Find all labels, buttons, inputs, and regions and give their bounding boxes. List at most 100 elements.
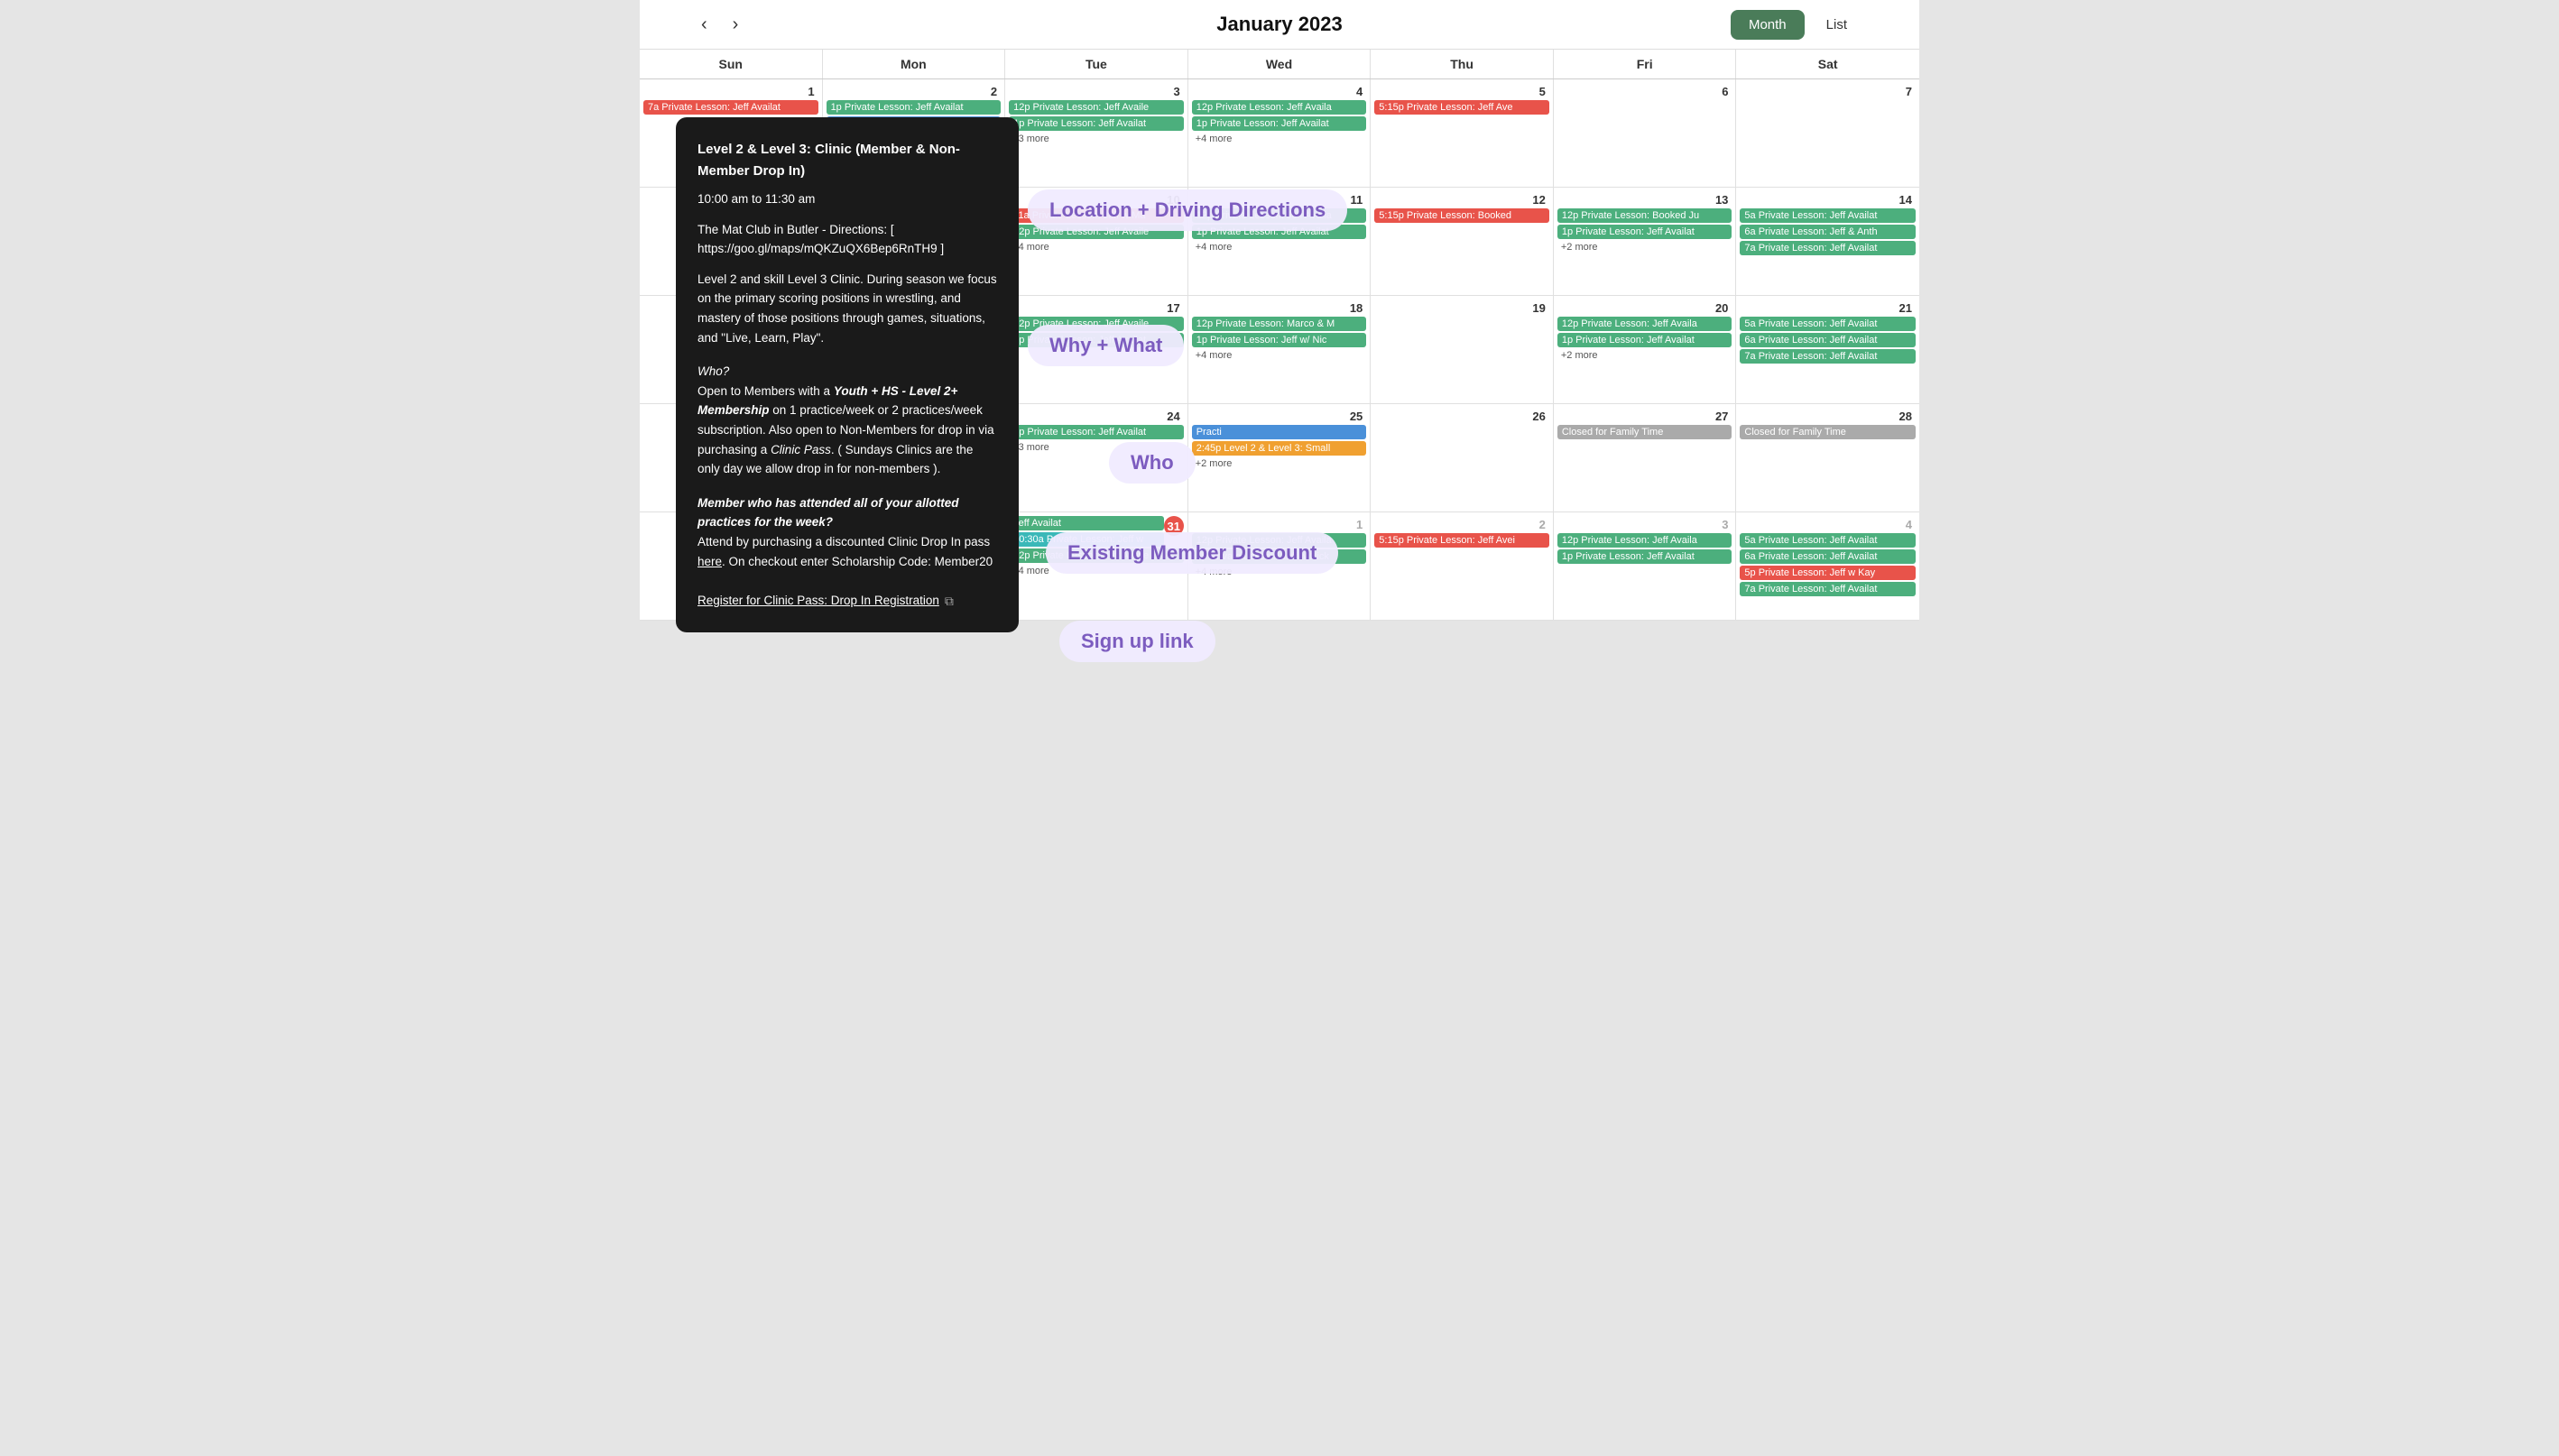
event-w4-d6-0[interactable]: 5a Private Lesson: Jeff Availat <box>1740 533 1916 548</box>
event-w2-d6-2[interactable]: 7a Private Lesson: Jeff Availat <box>1740 349 1916 364</box>
event-w0-d0-0[interactable]: 7a Private Lesson: Jeff Availat <box>643 100 818 115</box>
event-w3-d3-1[interactable]: 2:45p Level 2 & Level 3: Small <box>1192 441 1367 456</box>
more-link-w3-d2[interactable]: +3 more <box>1009 441 1184 454</box>
more-link-w0-d3[interactable]: +4 more <box>1192 133 1367 145</box>
day-tue: Tue <box>1005 50 1188 78</box>
event-w0-d2-1[interactable]: 1p Private Lesson: Jeff Availat <box>1009 116 1184 131</box>
more-link-w4-d2[interactable]: +4 more <box>1009 565 1184 577</box>
cell-w1-d6[interactable]: 145a Private Lesson: Jeff Availat6a Priv… <box>1736 188 1919 296</box>
cell-number-w0-d5: 6 <box>1557 83 1732 100</box>
popup-register-link[interactable]: Register for Clinic Pass: Drop In Regist… <box>697 591 939 611</box>
event-w0-d3-1[interactable]: 1p Private Lesson: Jeff Availat <box>1192 116 1367 131</box>
cell-w0-d5[interactable]: 6 <box>1554 79 1737 188</box>
more-link-w1-d5[interactable]: +2 more <box>1557 241 1732 253</box>
event-w2-d2-0[interactable]: 12p Private Lesson: Jeff Availe <box>1009 317 1184 331</box>
popup-title: Level 2 & Level 3: Clinic (Member & Non-… <box>697 139 997 182</box>
cell-w3-d5[interactable]: 27Closed for Family Time <box>1554 404 1737 512</box>
cell-w2-d6[interactable]: 215a Private Lesson: Jeff Availat6a Priv… <box>1736 296 1919 404</box>
cell-w0-d6[interactable]: 7 <box>1736 79 1919 188</box>
cell-w1-d2[interactable]: 1011a Private Lesson: Jeff w Ma12p Priva… <box>1005 188 1188 296</box>
event-w4-d2-1[interactable]: 10:30a Private Lesson: Jeff w <box>1009 532 1164 547</box>
event-w4-d6-3[interactable]: 7a Private Lesson: Jeff Availat <box>1740 582 1916 596</box>
annotation-signup: Sign up link <box>1059 621 1215 662</box>
cell-w4-d3[interactable]: 112p Private Lesson: Jeff Availa1p Priva… <box>1188 512 1372 621</box>
event-w4-d5-0[interactable]: 12p Private Lesson: Jeff Availa <box>1557 533 1732 548</box>
cell-w0-d4[interactable]: 55:15p Private Lesson: Jeff Ave <box>1371 79 1554 188</box>
event-w3-d3-0[interactable]: Practi <box>1192 425 1367 439</box>
cell-number-w3-d6: 28 <box>1740 408 1916 425</box>
event-w4-d3-0[interactable]: 12p Private Lesson: Jeff Availa <box>1192 533 1367 548</box>
cell-number-w2-d4: 19 <box>1374 299 1549 317</box>
event-w4-d6-1[interactable]: 6a Private Lesson: Jeff Availat <box>1740 549 1916 564</box>
event-w4-d2-0[interactable]: Jeff Availat <box>1009 516 1164 530</box>
event-w3-d2-0[interactable]: 1p Private Lesson: Jeff Availat <box>1009 425 1184 439</box>
event-w1-d6-1[interactable]: 6a Private Lesson: Jeff & Anth <box>1740 225 1916 239</box>
cell-w3-d3[interactable]: 25Practi2:45p Level 2 & Level 3: Small+2… <box>1188 404 1372 512</box>
more-link-w1-d2[interactable]: +4 more <box>1009 241 1184 253</box>
event-popup: Level 2 & Level 3: Clinic (Member & Non-… <box>676 117 1019 632</box>
event-w0-d2-0[interactable]: 12p Private Lesson: Jeff Availe <box>1009 100 1184 115</box>
cell-w3-d2[interactable]: 241p Private Lesson: Jeff Availat+3 more <box>1005 404 1188 512</box>
cell-w2-d5[interactable]: 2012p Private Lesson: Jeff Availa1p Priv… <box>1554 296 1737 404</box>
cell-w0-d2[interactable]: 312p Private Lesson: Jeff Availe1p Priva… <box>1005 79 1188 188</box>
more-link-w2-d3[interactable]: +4 more <box>1192 349 1367 362</box>
cell-w2-d3[interactable]: 1812p Private Lesson: Marco & M 1p Privat… <box>1188 296 1372 404</box>
event-w2-d5-1[interactable]: 1p Private Lesson: Jeff Availat <box>1557 333 1732 347</box>
month-view-button[interactable]: Month <box>1731 10 1805 40</box>
event-w1-d2-0[interactable]: 11a Private Lesson: Jeff w Ma <box>1009 208 1184 223</box>
cell-w4-d5[interactable]: 312p Private Lesson: Jeff Availa1p Priva… <box>1554 512 1737 621</box>
event-w0-d1-0[interactable]: 1p Private Lesson: Jeff Availat <box>827 100 1002 115</box>
event-w1-d4-0[interactable]: 5:15p Private Lesson: Booked <box>1374 208 1549 223</box>
cell-number-w0-d6: 7 <box>1740 83 1916 100</box>
cell-w0-d3[interactable]: 412p Private Lesson: Jeff Availa1p Priva… <box>1188 79 1372 188</box>
cell-w4-d4[interactable]: 25:15p Private Lesson: Jeff Avei <box>1371 512 1554 621</box>
event-w1-d6-2[interactable]: 7a Private Lesson: Jeff Availat <box>1740 241 1916 255</box>
cell-w4-d6[interactable]: 45a Private Lesson: Jeff Availat6a Priva… <box>1736 512 1919 621</box>
event-w4-d2-2[interactable]: 12p Private Lesson: Jeff Availe <box>1009 548 1184 563</box>
event-w4-d5-1[interactable]: 1p Private Lesson: Jeff Availat <box>1557 549 1732 564</box>
event-w3-d6-0[interactable]: Closed for Family Time <box>1740 425 1916 439</box>
event-w2-d2-1[interactable]: 1p Private Lesson: Jeff Availat <box>1009 333 1184 347</box>
event-w2-d3-1[interactable]: 1p Private Lesson: Jeff w/ Nic <box>1192 333 1367 347</box>
cell-number-w4-d6: 4 <box>1740 516 1916 533</box>
day-mon: Mon <box>823 50 1006 78</box>
cell-w2-d4[interactable]: 19 <box>1371 296 1554 404</box>
prev-month-button[interactable]: ‹ <box>694 11 715 39</box>
event-w1-d3-0[interactable]: 12p Private Lesson: Jeff Availa <box>1192 208 1367 223</box>
cell-w4-d2[interactable]: 31Jeff Availat10:30a Private Lesson: Jef… <box>1005 512 1188 621</box>
day-headers: Sun Mon Tue Wed Thu Fri Sat <box>640 50 1919 79</box>
event-w1-d2-1[interactable]: 12p Private Lesson: Jeff Availe <box>1009 225 1184 239</box>
cell-w1-d4[interactable]: 125:15p Private Lesson: Booked <box>1371 188 1554 296</box>
next-month-button[interactable]: › <box>725 11 746 39</box>
cell-w2-d2[interactable]: 1712p Private Lesson: Jeff Availe1p Priv… <box>1005 296 1188 404</box>
popup-here-link[interactable]: here <box>697 555 722 568</box>
more-link-w4-d3[interactable]: +4 more <box>1192 566 1367 578</box>
more-link-w3-d3[interactable]: +2 more <box>1192 457 1367 470</box>
cell-number-w1-d4: 12 <box>1374 191 1549 208</box>
cell-number-w2-d3: 18 <box>1192 299 1367 317</box>
event-w1-d6-0[interactable]: 5a Private Lesson: Jeff Availat <box>1740 208 1916 223</box>
event-w1-d5-1[interactable]: 1p Private Lesson: Jeff Availat <box>1557 225 1732 239</box>
cell-w1-d5[interactable]: 1312p Private Lesson: Booked Ju1p Privat… <box>1554 188 1737 296</box>
event-w4-d3-1[interactable]: 1p Private Lesson: Jeff w Nick <box>1192 549 1367 564</box>
event-w4-d6-2[interactable]: 5p Private Lesson: Jeff w Kay <box>1740 566 1916 580</box>
popup-register-row: Register for Clinic Pass: Drop In Regist… <box>697 591 997 611</box>
list-view-button[interactable]: List <box>1808 10 1865 40</box>
more-link-w0-d2[interactable]: +3 more <box>1009 133 1184 145</box>
event-w2-d6-0[interactable]: 5a Private Lesson: Jeff Availat <box>1740 317 1916 331</box>
cell-w3-d4[interactable]: 26 <box>1371 404 1554 512</box>
event-w0-d4-0[interactable]: 5:15p Private Lesson: Jeff Ave <box>1374 100 1549 115</box>
cell-number-w0-d4: 5 <box>1374 83 1549 100</box>
more-link-w1-d3[interactable]: +4 more <box>1192 241 1367 253</box>
event-w2-d5-0[interactable]: 12p Private Lesson: Jeff Availa <box>1557 317 1732 331</box>
event-w0-d3-0[interactable]: 12p Private Lesson: Jeff Availa <box>1192 100 1367 115</box>
cell-w3-d6[interactable]: 28Closed for Family Time <box>1736 404 1919 512</box>
event-w2-d3-0[interactable]: 12p Private Lesson: Marco & M <box>1192 317 1367 331</box>
more-link-w2-d5[interactable]: +2 more <box>1557 349 1732 362</box>
event-w4-d4-0[interactable]: 5:15p Private Lesson: Jeff Avei <box>1374 533 1549 548</box>
event-w2-d6-1[interactable]: 6a Private Lesson: Jeff Availat <box>1740 333 1916 347</box>
event-w3-d5-0[interactable]: Closed for Family Time <box>1557 425 1732 439</box>
cell-w1-d3[interactable]: 1112p Private Lesson: Jeff Availa1p Priv… <box>1188 188 1372 296</box>
event-w1-d5-0[interactable]: 12p Private Lesson: Booked Ju <box>1557 208 1732 223</box>
event-w1-d3-1[interactable]: 1p Private Lesson: Jeff Availat <box>1192 225 1367 239</box>
